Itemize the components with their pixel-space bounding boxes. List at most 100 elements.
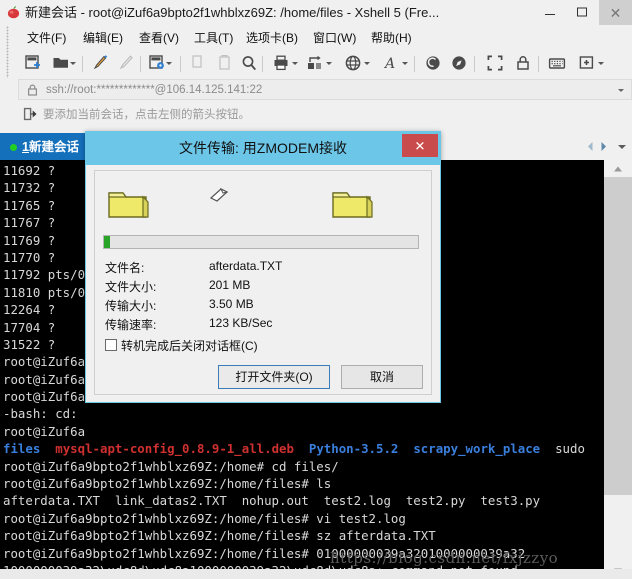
field-label: 文件名: xyxy=(105,261,145,275)
menu-window[interactable]: 窗口(W) xyxy=(310,29,359,47)
print-icon[interactable] xyxy=(272,54,292,74)
terminal-text: root@iZuf6a xyxy=(3,371,86,387)
toolbar-separator xyxy=(82,56,83,72)
address-dropdown-icon[interactable] xyxy=(618,89,624,92)
dialog-title: 文件传输: 用ZMODEM接收 xyxy=(179,140,347,156)
fullscreen-icon[interactable] xyxy=(486,54,506,74)
terminal-line: root@iZuf6a9bpto2f1whblxz69Z:/home/files… xyxy=(3,510,632,527)
terminal-text: Python-3.5.2 xyxy=(308,441,399,457)
menu-file[interactable]: 文件(F) xyxy=(24,29,69,47)
toolbar-separator xyxy=(414,56,415,72)
toolbar-separator xyxy=(538,56,539,72)
terminal-line: root@iZuf6a9bpto2f1whblxz69Z:/home# cd f… xyxy=(3,458,632,475)
transfer-progress-bar xyxy=(103,235,419,249)
add-session-arrow-icon xyxy=(23,107,37,121)
file-transfer-dialog: 文件传输: 用ZMODEM接收 ✕ 文件名: afterdata.TXT 文件大… xyxy=(85,131,441,403)
terminal-text: -bash: cd: xyxy=(3,406,78,422)
close-button[interactable]: ✕ xyxy=(599,0,632,25)
target-folder-icon xyxy=(331,185,375,221)
compass-icon[interactable] xyxy=(450,54,470,74)
tab-label: 1新建会话 xyxy=(22,138,79,156)
find-icon[interactable] xyxy=(240,54,260,74)
transfer-progress-fill xyxy=(104,236,111,248)
font-dropdown-icon[interactable] xyxy=(402,62,408,65)
field-label: 文件大小: xyxy=(105,280,157,294)
field-value: afterdata.TXT xyxy=(209,259,283,273)
window-title: 新建会话 - root@iZuf6a9bpto2f1whblxz69Z: /ho… xyxy=(25,5,440,20)
terminal-text: 11732 ? xyxy=(3,180,56,196)
field-value: 201 MB xyxy=(209,278,251,292)
menu-edit[interactable]: 编辑(E) xyxy=(80,29,126,47)
toolbar-drag-handle[interactable] xyxy=(6,50,9,78)
transfer-file-icon[interactable] xyxy=(92,54,112,74)
globe-dropdown-icon[interactable] xyxy=(364,62,370,65)
watermark: https://blog.csdn.net/fxjzzyo xyxy=(330,549,559,567)
tunnel-icon[interactable] xyxy=(424,54,444,74)
keyboard-icon[interactable] xyxy=(548,54,568,74)
open-folder-dropdown-icon[interactable] xyxy=(70,62,76,65)
terminal-text: scrapy_work_place xyxy=(413,441,541,457)
dialog-close-button[interactable]: ✕ xyxy=(402,134,438,157)
connection-status-icon xyxy=(10,144,17,151)
xshell-window: 新建会话 - root@iZuf6a9bpto2f1whblxz69Z: /ho… xyxy=(0,0,632,579)
layout-dropdown-icon[interactable] xyxy=(326,62,332,65)
minimize-button[interactable] xyxy=(535,0,565,24)
field-value: 3.50 MB xyxy=(209,297,254,311)
hint-bar: 要添加当前会话，点击左侧的箭头按钮。 xyxy=(18,102,632,128)
copy-icon xyxy=(190,54,210,74)
terminal-text: root@iZuf6a9bpto2f1whblxz69Z:/home/files… xyxy=(3,510,406,526)
terminal-text: sudo xyxy=(555,441,585,457)
menu-help[interactable]: 帮助(H) xyxy=(368,29,415,47)
tab-menu-icon[interactable] xyxy=(618,145,626,149)
terminal-line: -bash: cd: xyxy=(3,405,632,422)
session-properties-dropdown-icon[interactable] xyxy=(166,62,172,65)
terminal-scrollbar[interactable] xyxy=(604,160,632,579)
terminal-text: 11767 ? xyxy=(3,215,56,231)
scrollbar-up-button[interactable] xyxy=(604,160,632,177)
add-session-dropdown-icon[interactable] xyxy=(598,62,604,65)
menu-drag-handle[interactable] xyxy=(6,26,9,50)
tab-scroll-left-icon[interactable] xyxy=(586,141,595,152)
close-on-complete-checkbox[interactable] xyxy=(105,339,117,351)
lock-icon xyxy=(27,84,38,96)
source-folder-icon xyxy=(107,185,151,221)
edit-pencil-icon xyxy=(118,54,138,74)
lock-icon[interactable] xyxy=(514,54,534,74)
terminal-text: root@iZuf6a9bpto2f1whblxz69Z:/home/files… xyxy=(3,476,332,492)
font-icon[interactable]: A xyxy=(382,54,402,74)
open-folder-button[interactable]: 打开文件夹(O) xyxy=(218,365,330,389)
open-folder-icon[interactable] xyxy=(52,54,72,74)
status-bar xyxy=(0,569,632,579)
dialog-title-bar: 文件传输: 用ZMODEM接收 ✕ xyxy=(86,132,440,165)
toolbar-separator xyxy=(180,56,181,72)
address-bar[interactable]: ssh://root:*************@106.14.125.141:… xyxy=(18,79,632,100)
terminal-text: 11770 ? xyxy=(3,249,56,265)
terminal-text: 12264 ? xyxy=(3,302,56,318)
tab-scroll-right-icon[interactable] xyxy=(599,141,608,152)
terminal-text: root@iZuf6a xyxy=(3,354,86,370)
globe-icon[interactable] xyxy=(344,54,364,74)
cancel-button[interactable]: 取消 xyxy=(341,365,423,389)
session-properties-icon[interactable] xyxy=(148,54,168,74)
hint-text: 要添加当前会话，点击左侧的箭头按钮。 xyxy=(43,109,250,121)
menu-bar: 文件(F) 编辑(E) 查看(V) 工具(T) 选项卡(B) 窗口(W) 帮助(… xyxy=(0,26,632,50)
print-dropdown-icon[interactable] xyxy=(292,62,298,65)
terminal-text: 11692 ? xyxy=(3,163,56,178)
chevron-up-icon xyxy=(614,166,622,171)
add-session-icon[interactable] xyxy=(578,54,598,74)
address-input[interactable]: ssh://root:*************@106.14.125.141:… xyxy=(46,83,262,98)
scrollbar-thumb[interactable] xyxy=(604,177,632,495)
new-session-icon[interactable] xyxy=(24,54,44,74)
terminal-text: 11810 pts/0 xyxy=(3,284,86,300)
close-icon: ✕ xyxy=(609,4,622,21)
terminal-text: 11769 ? xyxy=(3,232,56,248)
menu-view[interactable]: 查看(V) xyxy=(136,29,182,47)
terminal-line: root@iZuf6a9bpto2f1whblxz69Z:/home/files… xyxy=(3,475,632,492)
menu-tabs[interactable]: 选项卡(B) xyxy=(243,29,301,47)
menu-tools[interactable]: 工具(T) xyxy=(191,29,236,47)
maximize-button[interactable] xyxy=(567,0,597,24)
layout-icon[interactable] xyxy=(306,54,326,74)
